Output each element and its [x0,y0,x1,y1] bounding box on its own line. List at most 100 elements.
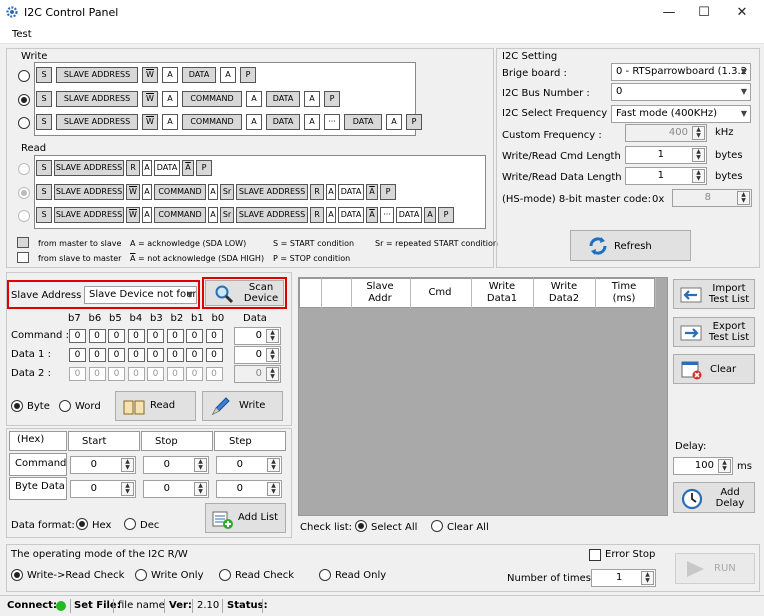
bit-toggle[interactable]: 0 [108,329,125,343]
bit-toggle[interactable]: 0 [166,348,184,362]
range-spinner[interactable]: 0 ▲ ▼ [216,456,282,474]
bit-toggle[interactable]: 0 [147,367,164,381]
clear-all-radio[interactable] [431,520,443,532]
bit-toggle[interactable]: 0 [127,367,145,381]
bit-toggle[interactable]: 0 [108,348,125,362]
export-test-list-button[interactable]: Export Test List [673,317,755,347]
range-spinner[interactable]: 0 ▲ ▼ [70,456,136,474]
export-label: Export Test List [708,321,750,343]
bit-toggle[interactable]: 0 [205,348,223,362]
bit-rows: Command :0 0 0 0 0 0 0 0 0 ▲ ▼ Data 1 :0 0 0 0 0 0 0 0 0 ▲ ▼ D… [11,327,287,387]
data-length-spinner[interactable]: 1 ▲ ▼ [625,167,707,185]
scan-device-button[interactable]: Scan Device [205,280,284,306]
protocol-cell: A [246,91,262,107]
bit-toggle[interactable]: 0 [186,329,203,343]
bit-row-value-spinner[interactable]: 0 ▲ ▼ [234,327,281,345]
bit-toggle[interactable]: 0 [147,348,164,362]
test-list-column-header[interactable]: Time (ms) [595,281,653,305]
bit-row-value-spinner[interactable]: 0 ▲ ▼ [234,365,281,383]
bit-toggle[interactable]: 0 [186,348,203,362]
protocol-cell: SLAVE ADDRESS [56,114,138,130]
test-list-column-header[interactable]: Write Data2 [533,281,595,305]
run-button[interactable]: RUN [675,553,755,584]
protocol-cell: P [240,67,256,83]
bit-header-b5: b5 [109,313,122,324]
maximize-button[interactable]: ☐ [693,4,715,22]
bit-toggle[interactable]: 0 [69,348,86,362]
bit-toggle[interactable]: 0 [88,348,106,362]
write-mode-radio-3[interactable] [18,117,30,129]
cmd-length-spinner[interactable]: 1 ▲ ▼ [625,146,707,164]
frequency-select[interactable]: Fast mode (400KHz) ▼ [611,105,751,123]
import-test-list-button[interactable]: Import Test List [673,279,755,309]
menu-test[interactable]: Test [12,29,32,40]
bit-toggle[interactable]: 0 [69,329,86,343]
hex-label: Hex [92,520,112,531]
read-mode-radio-3[interactable] [18,210,30,222]
write-mode-radio-2[interactable] [18,94,30,106]
write-row-3: S SLAVE ADDRESS W A COMMAND A DATA A ··· DATA A P [36,111,422,133]
bridge-select[interactable]: 0 - RTSparrowboard (1.3.2 ▼ [611,63,751,81]
range-spinner[interactable]: 0 ▲ ▼ [143,480,209,498]
bit-toggle[interactable]: 0 [205,367,223,381]
export-arrow-icon [680,325,702,341]
refresh-button[interactable]: Refresh [570,230,691,261]
bit-toggle[interactable]: 0 [205,329,223,343]
hs-code-spinner[interactable]: 8 ▲ ▼ [672,189,752,207]
bit-toggle[interactable]: 0 [108,367,125,381]
bit-toggle[interactable]: 0 [88,329,106,343]
dec-radio[interactable] [124,518,136,530]
bit-toggle[interactable]: 0 [88,367,106,381]
bit-toggle[interactable]: 0 [186,367,203,381]
bit-toggle[interactable]: 0 [147,329,164,343]
protocol-cell: SLAVE ADDRESS [56,67,138,83]
read-mode-radio-2[interactable] [18,187,30,199]
minimize-button[interactable]: — [658,4,680,22]
add-delay-button[interactable]: Add Delay [673,482,755,513]
test-list-column-header[interactable]: Slave Addr [351,281,409,305]
close-button[interactable]: ✕ [731,4,753,22]
write-mode-radio-1[interactable] [18,70,30,82]
delay-spinner[interactable]: 100 ▲ ▼ [673,457,733,475]
op-read-only-radio[interactable] [319,569,331,581]
legend-stop: P = STOP condition [273,254,351,263]
range-spinner[interactable]: 0 ▲ ▼ [216,480,282,498]
protocol-cell: S [36,160,52,176]
op-write-read-check-radio[interactable] [11,569,23,581]
bus-select[interactable]: 0 ▼ [611,83,751,101]
test-list-column-header[interactable]: Cmd [410,287,470,299]
byte-radio[interactable] [11,400,23,412]
hex-header: (Hex) [17,434,45,445]
range-spinner[interactable]: 0 ▲ ▼ [143,456,209,474]
bit-toggle[interactable]: 0 [166,329,184,343]
bit-toggle[interactable]: 0 [127,329,145,343]
error-stop-checkbox[interactable] [589,549,601,561]
import-arrow-icon [680,287,702,303]
op-read-check-radio[interactable] [219,569,231,581]
clear-button[interactable]: Clear [673,354,755,384]
word-radio[interactable] [59,400,71,412]
error-stop-label: Error Stop [605,549,656,560]
bit-toggle[interactable]: 0 [127,348,145,362]
range-spinner[interactable]: 0 ▲ ▼ [70,480,136,498]
protocol-cell: S [36,67,52,83]
custom-freq-spinner[interactable]: 400 ▲ ▼ [625,124,707,142]
bit-toggle[interactable]: 0 [69,367,86,381]
select-all-radio[interactable] [355,520,367,532]
times-spinner[interactable]: 1 ▲ ▼ [591,569,656,587]
test-list-column-header[interactable]: Write Data1 [471,281,533,305]
bit-toggle[interactable]: 0 [166,367,184,381]
write-button[interactable]: Write [202,391,283,421]
read-button[interactable]: Read [115,391,196,421]
bit-row-label: Data 1 : [11,349,51,360]
op-write-only-radio[interactable] [135,569,147,581]
add-list-label: Add List [238,512,279,523]
read-mode-radio-1[interactable] [18,163,30,175]
clear-list-icon [681,361,702,380]
slave-address-select[interactable]: Slave Device not four ▼ [84,286,197,304]
legend-repeated-start: Sr = repeated START condition [375,239,498,248]
test-list-grid[interactable] [298,277,668,516]
add-list-button[interactable]: Add List [205,503,286,533]
hex-radio[interactable] [76,518,88,530]
bit-row-value-spinner[interactable]: 0 ▲ ▼ [234,346,281,364]
